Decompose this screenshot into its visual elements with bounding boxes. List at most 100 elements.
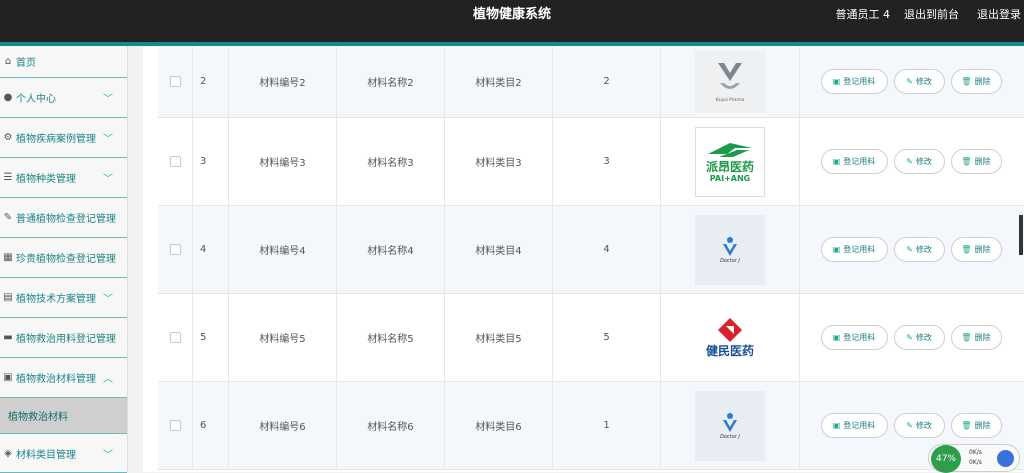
row-checkbox[interactable] — [169, 76, 181, 87]
delete-button[interactable]: 🗑 删除 — [950, 237, 1002, 262]
sidebar-item-categories[interactable]: ◈ 材料类目管理 ﹀ — [0, 433, 127, 473]
edit-button[interactable]: ✎ 修改 — [893, 413, 945, 438]
material-quantity: 1 — [553, 382, 661, 469]
row-index: 6 — [193, 382, 229, 469]
sidebar-item-label: 普通植物检查登记管理 — [16, 214, 116, 225]
logout-link[interactable]: 退出登录 — [977, 0, 1021, 30]
sidebar-item-label: 植物救治材料 — [8, 412, 68, 423]
sidebar: ⌂ 首页 ● 个人中心 ﹀ ⚙ 植物疾病案例管理 ﹀ ☰ 植物种类管理 ﹀ ✎ … — [0, 46, 128, 473]
sidebar-item-home[interactable]: ⌂ 首页 — [0, 46, 127, 78]
home-icon: ⌂ — [4, 56, 12, 67]
register-icon: ▣ — [832, 333, 841, 342]
chevron-down-icon: ﹀ — [103, 174, 113, 185]
sidebar-item-label: 植物种类管理 — [16, 174, 76, 185]
pencil-icon: ✎ — [906, 157, 913, 166]
row-index: 2 — [193, 46, 229, 117]
jianmin-logo-icon — [718, 317, 742, 342]
paiang-logo-icon — [708, 142, 752, 157]
sidebar-item-personal[interactable]: ● 个人中心 ﹀ — [0, 78, 127, 118]
doctorj-logo-icon — [723, 412, 737, 432]
trash-icon: 🗑 — [961, 333, 972, 342]
register-icon: ▣ — [832, 245, 841, 254]
edit-button[interactable]: ✎ 修改 — [893, 149, 945, 174]
row-checkbox[interactable] — [169, 244, 181, 255]
material-category: 材料类目4 — [445, 206, 553, 293]
chevron-down-icon: ﹀ — [103, 449, 113, 461]
register-usage-button[interactable]: ▣ 登记用料 — [820, 69, 888, 94]
table-row: 2 材料编号2 材料名称2 材料类目2 2 Kaipai Pharma ▣ 登记用… — [158, 46, 1024, 118]
delete-button[interactable]: 🗑 删除 — [950, 149, 1002, 174]
list-icon: ☰ — [3, 172, 13, 183]
sidebar-item-usage-register[interactable]: ▬ 植物救治用料登记管理 — [0, 318, 127, 358]
material-code: 材料编号2 — [229, 46, 337, 117]
material-code: 材料编号3 — [229, 118, 337, 205]
sidebar-item-rare-check[interactable]: ▦ 珍贵植物检查登记管理 — [0, 238, 127, 278]
current-user: 普通员工 4 — [835, 8, 891, 21]
top-bar: 植物健康系统 普通员工 4 退出到前台 退出登录 — [0, 0, 1024, 42]
sidebar-item-common-check[interactable]: ✎ 普通植物检查登记管理 — [0, 198, 127, 238]
sidebar-item-label: 植物技术方案管理 — [16, 294, 96, 305]
register-usage-button[interactable]: ▣ 登记用料 — [820, 325, 888, 350]
sidebar-item-label: 个人中心 — [16, 94, 56, 105]
trash-icon: 🗑 — [961, 77, 972, 86]
folder-icon: ▬ — [3, 332, 13, 343]
edit-button[interactable]: ✎ 修改 — [893, 69, 945, 94]
materials-table: 2 材料编号2 材料名称2 材料类目2 2 Kaipai Pharma ▣ 登记用… — [158, 46, 1024, 470]
register-icon: ▣ — [832, 157, 841, 166]
material-category: 材料类目3 — [445, 118, 553, 205]
exit-to-front-link[interactable]: 退出到前台 — [904, 0, 959, 30]
pencil-icon: ✎ — [906, 245, 913, 254]
sidebar-item-plant-types[interactable]: ☰ 植物种类管理 ﹀ — [0, 158, 127, 198]
sidebar-item-label: 植物疾病案例管理 — [16, 134, 96, 145]
material-image: Doctor J — [695, 214, 765, 285]
box-icon: ▣ — [3, 372, 13, 383]
sidebar-subitem-materials[interactable]: 植物救治材料 — [0, 398, 127, 433]
material-name: 材料名称2 — [337, 46, 445, 117]
chevron-down-icon: ﹀ — [103, 94, 113, 105]
sidebar-item-label: 植物救治材料管理 — [16, 374, 96, 385]
usage-percent: 47% — [931, 445, 961, 473]
register-usage-button[interactable]: ▣ 登记用料 — [820, 237, 888, 262]
doctorj-logo-icon — [723, 236, 737, 256]
scrollbar-handle[interactable] — [1019, 215, 1023, 255]
chevron-up-icon: ︿ — [103, 374, 113, 385]
sidebar-item-disease-cases[interactable]: ⚙ 植物疾病案例管理 ﹀ — [0, 118, 127, 158]
row-checkbox[interactable] — [169, 156, 181, 167]
sidebar-item-tech-plans[interactable]: ▤ 植物技术方案管理 ﹀ — [0, 278, 127, 318]
row-checkbox[interactable] — [169, 420, 181, 431]
row-checkbox[interactable] — [169, 332, 181, 343]
delete-button[interactable]: 🗑 删除 — [950, 69, 1002, 94]
delete-button[interactable]: 🗑 删除 — [950, 325, 1002, 350]
person-icon: ● — [3, 92, 13, 103]
material-image: Kaipai Pharma — [695, 50, 765, 113]
register-usage-button[interactable]: ▣ 登记用料 — [820, 413, 888, 438]
accelerate-icon[interactable] — [997, 450, 1014, 467]
network-speed-widget[interactable]: 47% 0K/s 0K/s — [928, 444, 1020, 473]
doc-icon: ▤ — [3, 292, 13, 303]
sidebar-item-label: 珍贵植物检查登记管理 — [16, 254, 116, 265]
material-quantity: 4 — [553, 206, 661, 293]
material-quantity: 5 — [553, 294, 661, 381]
material-category: 材料类目6 — [445, 382, 553, 469]
register-usage-button[interactable]: ▣ 登记用料 — [820, 149, 888, 174]
tag-icon: ◈ — [4, 447, 12, 459]
register-icon: ▣ — [832, 421, 841, 430]
silver-logo-icon — [718, 63, 742, 89]
pencil-icon: ✎ — [906, 421, 913, 430]
material-category: 材料类目2 — [445, 46, 553, 117]
material-name: 材料名称3 — [337, 118, 445, 205]
logo-caption: Doctor J — [720, 257, 740, 264]
sidebar-item-materials[interactable]: ▣ 植物救治材料管理 ︿ — [0, 358, 127, 398]
delete-button[interactable]: 🗑 删除 — [950, 413, 1002, 438]
edit-button[interactable]: ✎ 修改 — [893, 325, 945, 350]
material-name: 材料名称4 — [337, 206, 445, 293]
main-content: 2 材料编号2 材料名称2 材料类目2 2 Kaipai Pharma ▣ 登记用… — [143, 46, 1024, 472]
edit-button[interactable]: ✎ 修改 — [893, 237, 945, 262]
material-name: 材料名称6 — [337, 382, 445, 469]
material-image: Doctor J — [695, 390, 765, 461]
material-code: 材料编号6 — [229, 382, 337, 469]
material-code: 材料编号5 — [229, 294, 337, 381]
logo-text: 派昂医药 — [705, 159, 754, 174]
logo-text: 健民医药 — [705, 343, 754, 358]
upload-speed: 0K/s — [969, 449, 982, 456]
